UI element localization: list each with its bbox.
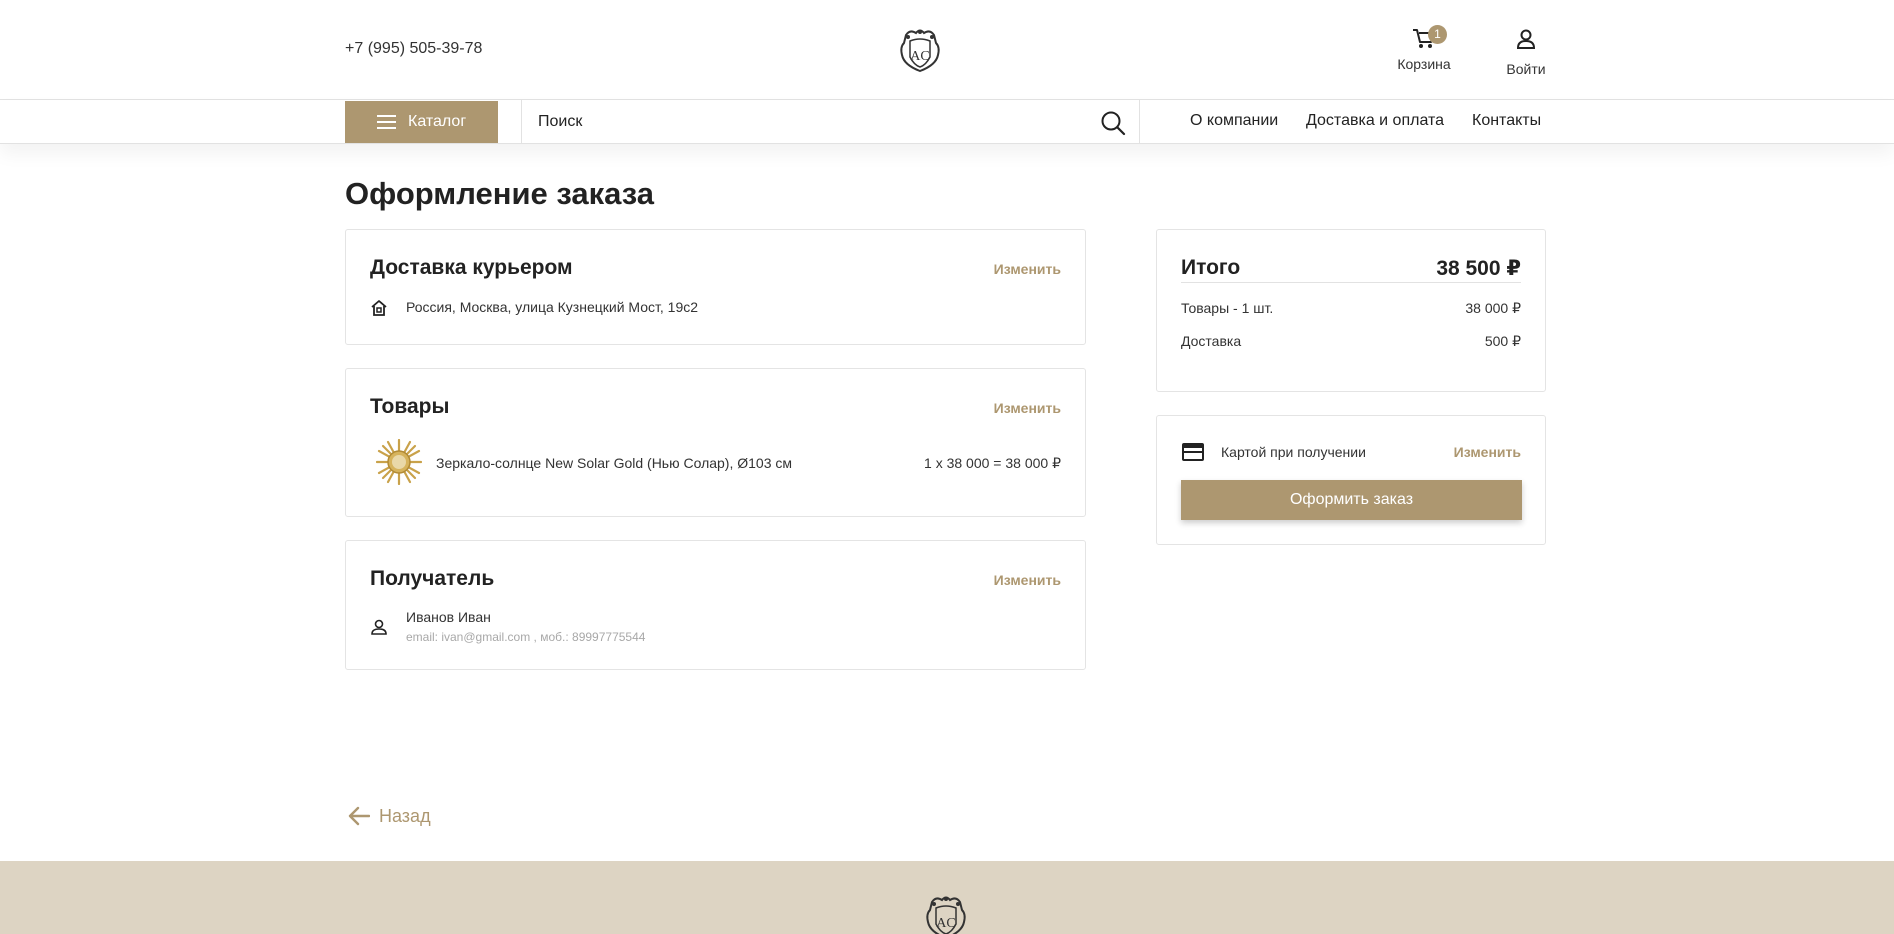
catalog-button[interactable]: Каталог <box>345 101 498 143</box>
payment-method: Картой при получении <box>1221 444 1366 460</box>
checkout-button[interactable]: Оформить заказ <box>1181 480 1522 520</box>
phone-number[interactable]: +7 (995) 505-39-78 <box>345 40 482 58</box>
site-header: +7 (995) 505-39-78 AC 1 Корзина Войти <box>0 0 1894 100</box>
summary-delivery-label: Доставка <box>1181 333 1242 349</box>
product-price-line: 1 x 38 000 = 38 000 ₽ <box>924 455 1061 471</box>
product-name[interactable]: Зеркало-солнце New Solar Gold (Нью Солар… <box>436 455 792 471</box>
back-label: Назад <box>379 806 431 826</box>
home-icon <box>371 300 387 316</box>
payment-edit-link[interactable]: Изменить <box>1454 444 1521 460</box>
cart-button[interactable]: 1 Корзина <box>1395 25 1453 72</box>
recipient-edit-link[interactable]: Изменить <box>994 572 1061 588</box>
search-icon[interactable] <box>1100 110 1126 136</box>
cart-count-badge: 1 <box>1428 25 1447 44</box>
person-icon <box>371 619 387 635</box>
svg-text:AC: AC <box>936 916 955 931</box>
summary-goods-label: Товары - 1 шт. <box>1181 300 1274 316</box>
logo-crest-icon[interactable]: AC <box>922 894 970 934</box>
recipient-title: Получатель <box>370 567 495 590</box>
catalog-label: Каталог <box>408 113 467 130</box>
cart-label: Корзина <box>1397 56 1451 72</box>
summary-divider <box>1181 282 1521 283</box>
payment-card: Картой при получении Изменить Оформить з… <box>1156 415 1546 545</box>
delivery-edit-link[interactable]: Изменить <box>994 261 1061 277</box>
recipient-contacts: email: ivan@gmail.com , моб.: 8999777554… <box>406 630 646 644</box>
menu-icon <box>377 115 396 129</box>
user-icon <box>1516 29 1536 49</box>
logo-crest-icon[interactable]: AC <box>896 27 944 73</box>
summary-delivery-value: 500 ₽ <box>1484 333 1521 349</box>
login-button[interactable]: Войти <box>1503 28 1549 77</box>
site-footer: AC <box>0 861 1894 934</box>
summary-goods-value: 38 000 ₽ <box>1465 300 1521 316</box>
search-input[interactable] <box>538 108 1058 136</box>
goods-card: Товары Изменить Зеркало-солнце New Solar… <box>345 368 1086 517</box>
product-image[interactable] <box>376 439 422 485</box>
nav-link-contacts[interactable]: Контакты <box>1472 112 1541 130</box>
delivery-title: Доставка курьером <box>370 256 573 279</box>
recipient-card: Получатель Изменить Иванов Иван email: i… <box>345 540 1086 670</box>
login-label: Войти <box>1506 61 1546 77</box>
search-bar <box>521 100 1140 144</box>
credit-card-icon <box>1182 443 1204 461</box>
svg-text:AC: AC <box>910 49 929 64</box>
nav-link-delivery[interactable]: Доставка и оплата <box>1306 112 1444 130</box>
order-summary-card: Итого 38 500 ₽ Товары - 1 шт. 38 000 ₽ Д… <box>1156 229 1546 392</box>
delivery-card: Доставка курьером Изменить Россия, Москв… <box>345 229 1086 345</box>
recipient-name: Иванов Иван <box>406 609 491 625</box>
summary-total: 38 500 ₽ <box>1436 257 1521 280</box>
goods-title: Товары <box>370 395 450 418</box>
arrow-left-icon <box>348 806 370 826</box>
delivery-address: Россия, Москва, улица Кузнецкий Мост, 19… <box>406 299 699 315</box>
nav-link-about[interactable]: О компании <box>1190 112 1278 130</box>
goods-edit-link[interactable]: Изменить <box>994 400 1061 416</box>
main-nav: Каталог О компании Доставка и оплата Кон… <box>0 100 1894 144</box>
page-title: Оформление заказа <box>345 176 655 211</box>
summary-title: Итого <box>1181 256 1241 279</box>
